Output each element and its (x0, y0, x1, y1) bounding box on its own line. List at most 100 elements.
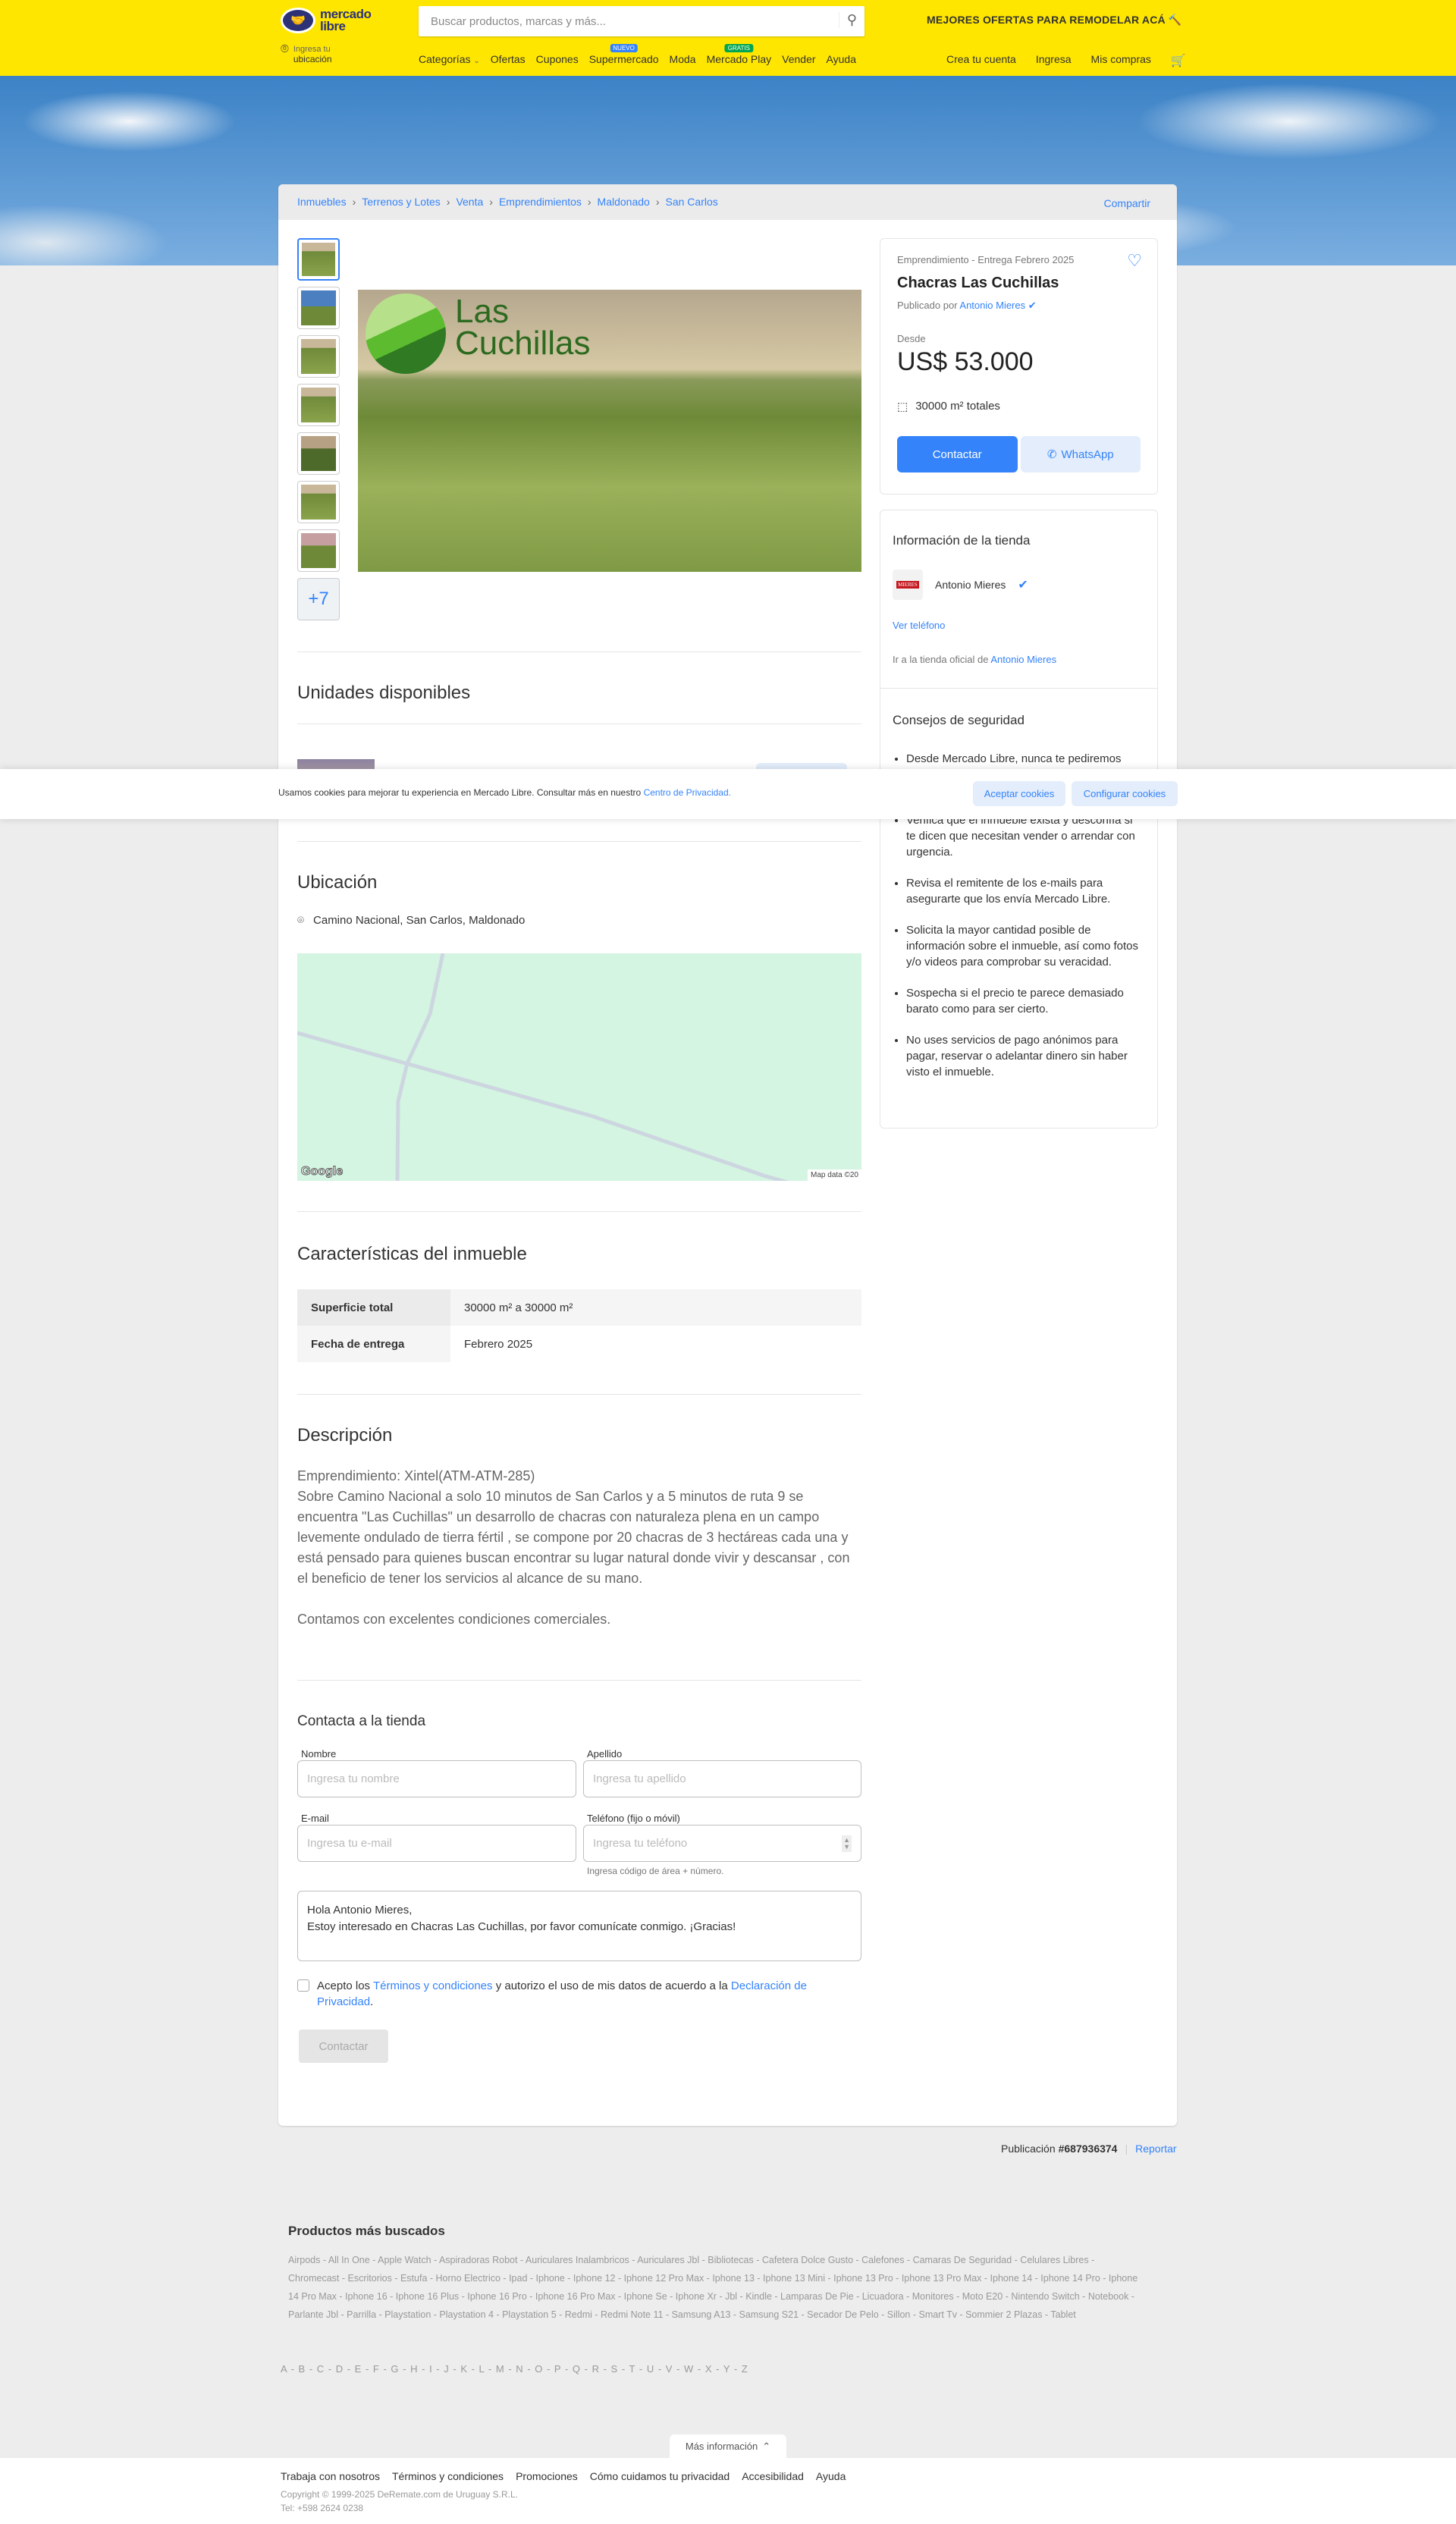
most-searched-link[interactable]: Jbl (725, 2291, 737, 2302)
nav-supermercado[interactable]: NUEVO Supermercado (589, 44, 659, 65)
alphabet-link[interactable]: F (373, 2363, 379, 2375)
privacy-center-link[interactable]: Centro de Privacidad. (644, 787, 731, 798)
gallery-thumbnail[interactable] (297, 481, 340, 523)
most-searched-link[interactable]: Estufa (400, 2273, 427, 2284)
most-searched-link[interactable]: Smart Tv (918, 2309, 956, 2320)
most-searched-link[interactable]: Bibliotecas (708, 2255, 753, 2265)
contact-button[interactable]: Contactar (897, 436, 1018, 472)
most-searched-link[interactable]: Iphone (536, 2273, 565, 2284)
most-searched-link[interactable]: Iphone 12 Pro Max (624, 2273, 704, 2284)
alphabet-link[interactable]: B (299, 2363, 306, 2375)
most-searched-link[interactable]: Playstation (384, 2309, 431, 2320)
alphabet-link[interactable]: Y (723, 2363, 730, 2375)
most-searched-link[interactable]: Redmi Note 11 (601, 2309, 663, 2320)
most-searched-link[interactable]: Playstation 5 (502, 2309, 557, 2320)
alphabet-link[interactable]: A (281, 2363, 287, 2375)
most-searched-link[interactable]: Escritorios (348, 2273, 392, 2284)
gallery-thumbnail[interactable] (297, 335, 340, 378)
email-input[interactable]: Ingresa tu e-mail (297, 1825, 576, 1862)
name-input[interactable]: Ingresa tu nombre (297, 1760, 576, 1797)
alphabet-link[interactable]: U (647, 2363, 654, 2375)
alphabet-link[interactable]: T (629, 2363, 635, 2375)
promo-banner[interactable]: MEJORES OFERTAS PARA REMODELAR ACÁ 🔨 (927, 14, 1182, 27)
message-textarea[interactable]: Hola Antonio Mieres, Estoy interesado en… (297, 1891, 861, 1961)
breadcrumb-item[interactable]: Emprendimientos (499, 196, 582, 209)
most-searched-link[interactable]: Chromecast (288, 2273, 339, 2284)
footer-link[interactable]: Términos y condiciones (392, 2470, 504, 2482)
most-searched-link[interactable]: Iphone 14 (990, 2273, 1033, 2284)
alphabet-link[interactable]: G (391, 2363, 398, 2375)
most-searched-link[interactable]: Iphone 12 (573, 2273, 616, 2284)
most-searched-link[interactable]: Nintendo Switch (1011, 2291, 1079, 2302)
most-searched-link[interactable]: Monitores (912, 2291, 954, 2302)
alphabet-link[interactable]: N (516, 2363, 522, 2375)
my-purchases-link[interactable]: Mis compras (1091, 53, 1151, 68)
alphabet-link[interactable]: M (496, 2363, 504, 2375)
alphabet-link[interactable]: O (535, 2363, 542, 2375)
most-searched-link[interactable]: Notebook (1088, 2291, 1129, 2302)
most-searched-link[interactable]: Iphone 13 Mini (763, 2273, 825, 2284)
footer-link[interactable]: Trabaja con nosotros (281, 2470, 380, 2482)
most-searched-link[interactable]: Iphone 13 Pro (833, 2273, 893, 2284)
most-searched-link[interactable]: Auriculares Inalambricos (526, 2255, 629, 2265)
most-searched-link[interactable]: Parrilla (347, 2309, 376, 2320)
breadcrumb-item[interactable]: Venta (456, 196, 483, 209)
alphabet-link[interactable]: H (410, 2363, 417, 2375)
most-searched-link[interactable]: Horno Electrico (436, 2273, 500, 2284)
more-info-toggle[interactable]: Más información ⌃ (670, 2435, 786, 2458)
alphabet-link[interactable]: I (429, 2363, 432, 2375)
most-searched-link[interactable]: Sillon (887, 2309, 911, 2320)
most-searched-link[interactable]: Calefones (861, 2255, 904, 2265)
most-searched-link[interactable]: Iphone Xr (676, 2291, 717, 2302)
alphabet-link[interactable]: D (336, 2363, 343, 2375)
search-icon[interactable]: ⚲ (838, 12, 857, 28)
most-searched-link[interactable]: Iphone 16 Plus (396, 2291, 459, 2302)
most-searched-link[interactable]: Tablet (1050, 2309, 1075, 2320)
most-searched-link[interactable]: Iphone Se (624, 2291, 667, 2302)
alphabet-link[interactable]: J (444, 2363, 449, 2375)
most-searched-link[interactable]: Samsung A13 (672, 2309, 731, 2320)
submit-contact-button[interactable]: Contactar (299, 2030, 388, 2063)
most-searched-link[interactable]: Auriculares Jbl (637, 2255, 699, 2265)
most-searched-link[interactable]: Secador De Pelo (807, 2309, 879, 2320)
most-searched-link[interactable]: Playstation 4 (439, 2309, 494, 2320)
footer-link[interactable]: Accesibilidad (742, 2470, 804, 2482)
heart-icon[interactable]: ♡ (1127, 251, 1142, 271)
map[interactable]: Google Map data ©20 (297, 953, 861, 1181)
nav-ayuda[interactable]: Ayuda (827, 53, 856, 65)
alphabet-link[interactable]: X (705, 2363, 712, 2375)
search-input[interactable]: Buscar productos, marcas y más... ⚲ (419, 6, 864, 36)
most-searched-link[interactable]: Iphone 13 (712, 2273, 755, 2284)
alphabet-link[interactable]: V (666, 2363, 673, 2375)
nav-categorias[interactable]: Categorías ⌄ (419, 53, 480, 65)
most-searched-link[interactable]: Redmi (565, 2309, 592, 2320)
most-searched-link[interactable]: Apple Watch (378, 2255, 431, 2265)
most-searched-link[interactable]: Samsung S21 (739, 2309, 799, 2320)
more-photos-button[interactable]: +7 (297, 578, 340, 620)
most-searched-link[interactable]: Sommier 2 Plazas (965, 2309, 1042, 2320)
gallery-thumbnail[interactable] (297, 432, 340, 475)
most-searched-link[interactable]: Camaras De Seguridad (913, 2255, 1012, 2265)
most-searched-link[interactable]: Airpods (288, 2255, 320, 2265)
main-photo[interactable]: Las Cuchillas (358, 290, 861, 572)
breadcrumb-item[interactable]: Terrenos y Lotes (362, 196, 441, 209)
terms-link[interactable]: Términos y condiciones (373, 1979, 493, 1992)
most-searched-link[interactable]: All In One (328, 2255, 370, 2265)
breadcrumb-item[interactable]: San Carlos (666, 196, 718, 209)
gallery-thumbnail[interactable] (297, 384, 340, 426)
breadcrumb-item[interactable]: Maldonado (598, 196, 650, 209)
footer-link[interactable]: Ayuda (816, 2470, 846, 2482)
terms-checkbox[interactable] (297, 1979, 309, 1992)
nav-vender[interactable]: Vender (782, 53, 815, 65)
mercadolibre-logo[interactable]: 🤝 mercado libre (281, 8, 373, 33)
gallery-thumbnail[interactable] (297, 287, 340, 329)
footer-link[interactable]: Promociones (516, 2470, 578, 2482)
nav-ofertas[interactable]: Ofertas (491, 53, 526, 65)
create-account-link[interactable]: Crea tu cuenta (946, 53, 1016, 68)
number-stepper-icon[interactable]: ▲ ▼ (842, 1835, 852, 1852)
nav-mercado-play[interactable]: GRATIS Mercado Play (707, 44, 771, 65)
alphabet-link[interactable]: W (684, 2363, 693, 2375)
most-searched-link[interactable]: Ipad (509, 2273, 527, 2284)
most-searched-link[interactable]: Parlante Jbl (288, 2309, 338, 2320)
lastname-input[interactable]: Ingresa tu apellido (583, 1760, 861, 1797)
